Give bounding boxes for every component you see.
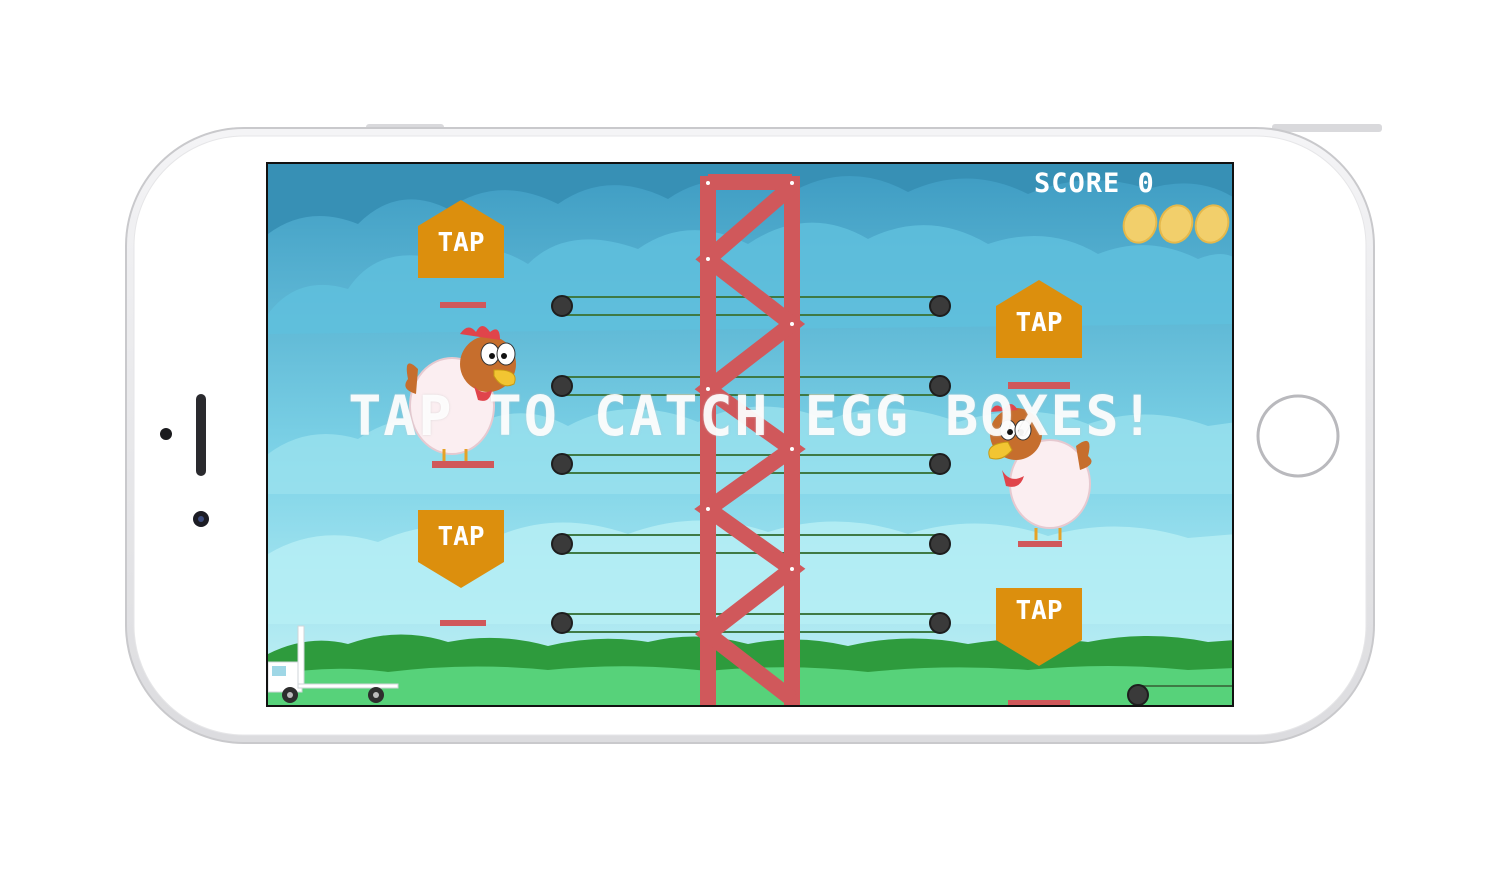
game-screen[interactable]: SCORE 0 TAP TAP TAP TAP TAP TO CATCH EGG…: [266, 162, 1234, 707]
tap-button-bottom-left[interactable]: TAP: [418, 510, 504, 588]
egg-life-icon: [1117, 199, 1163, 249]
power-button: [1272, 124, 1382, 132]
tap-label: TAP: [1015, 596, 1063, 626]
tap-label: TAP: [1015, 308, 1063, 338]
tap-button-top-left[interactable]: TAP: [418, 200, 504, 278]
score-label: SCORE 0: [1034, 168, 1155, 199]
tap-label: TAP: [437, 228, 485, 258]
tap-label: TAP: [437, 522, 485, 552]
egg-life-icon: [1189, 199, 1232, 249]
tap-button-top-right[interactable]: TAP: [996, 280, 1082, 358]
speaker-grille: [196, 394, 206, 476]
egg-lives: [1117, 199, 1232, 249]
home-button[interactable]: [1256, 394, 1340, 478]
instruction-banner: TAP TO CATCH EGG BOXES!: [348, 384, 1156, 448]
egg-life-icon: [1153, 199, 1199, 249]
sensor-dot: [160, 428, 172, 440]
tap-button-bottom-right[interactable]: TAP: [996, 588, 1082, 666]
